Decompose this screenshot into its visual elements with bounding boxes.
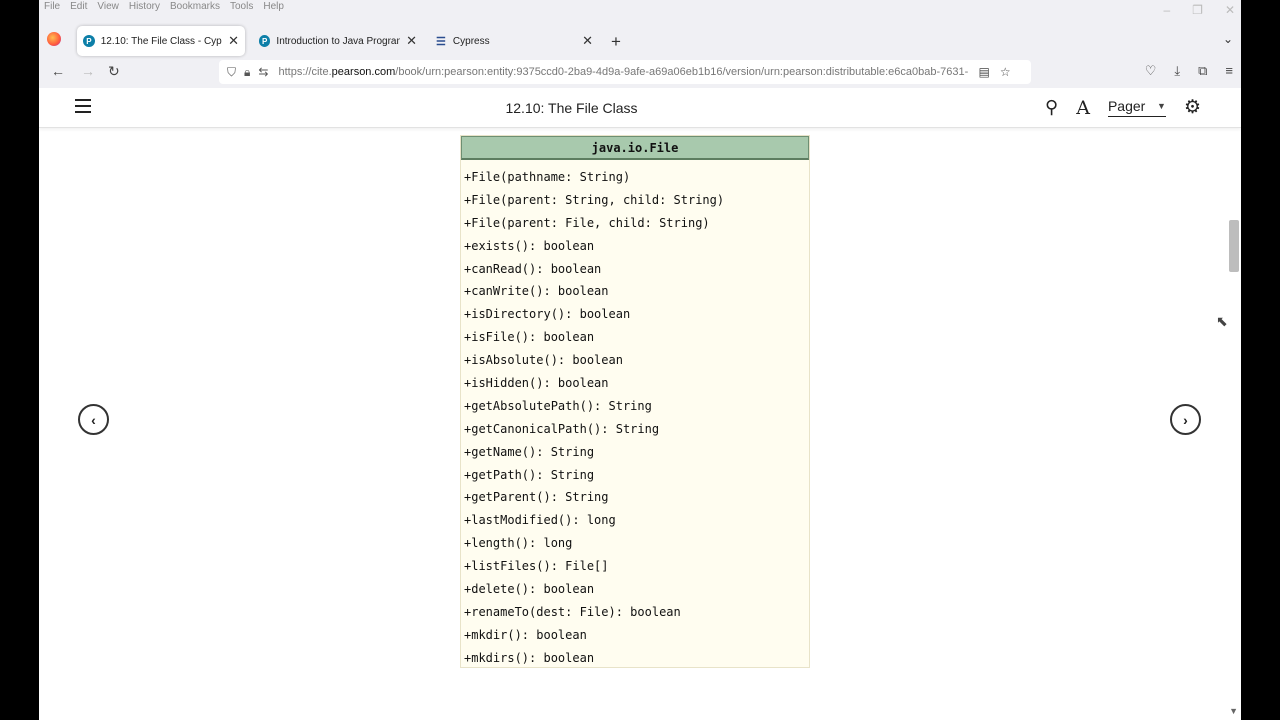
uml-member: +canWrite(): boolean — [464, 284, 609, 299]
search-icon[interactable]: ⚲ — [1045, 97, 1058, 118]
reader-view-icon[interactable]: ▤ — [978, 65, 989, 79]
menu-tools[interactable]: Tools — [225, 0, 258, 16]
close-tab-icon[interactable]: ✕ — [582, 33, 593, 49]
uml-class-diagram: java.io.File +File(pathname: String) +Fil… — [460, 135, 810, 668]
close-tab-icon[interactable]: ✕ — [406, 33, 417, 49]
scrollbar-thumb[interactable] — [1229, 220, 1239, 272]
download-icon[interactable]: ⤓ — [1174, 63, 1180, 79]
bookmark-star-icon[interactable]: ☆ — [1000, 65, 1011, 79]
previous-page-button[interactable]: ‹ — [78, 404, 109, 435]
pocket-icon[interactable]: ♡ — [1145, 63, 1157, 79]
uml-member: +exists(): boolean — [464, 238, 595, 253]
page-content: 12.10: The File Class ⚲ A Pager ▼ ⚙ ‹ › … — [39, 88, 1241, 720]
pearson-icon: P — [83, 35, 95, 47]
uml-member: +canRead(): boolean — [464, 261, 602, 276]
app-menu-icon[interactable]: ≡ — [1225, 63, 1233, 79]
uml-member: +mkdir(): boolean — [464, 627, 587, 642]
reader-header: 12.10: The File Class ⚲ A Pager ▼ ⚙ — [39, 88, 1241, 128]
tab-file-class[interactable]: P 12.10: The File Class - Cypress ✕ — [77, 26, 245, 56]
font-size-icon[interactable]: A — [1076, 97, 1090, 119]
uml-member: +getName(): String — [464, 444, 595, 459]
menu-view[interactable]: View — [92, 0, 124, 16]
uml-member: +isFile(): boolean — [464, 330, 595, 345]
firefox-icon[interactable] — [47, 32, 61, 46]
menu-bookmarks[interactable]: Bookmarks — [165, 0, 225, 16]
menu-bar: File Edit View History Bookmarks Tools H… — [39, 0, 289, 16]
chevron-right-icon: › — [1183, 411, 1188, 428]
mouse-cursor-icon: ⬉ — [1216, 313, 1228, 329]
browser-window: File Edit View History Bookmarks Tools H… — [39, 0, 1241, 720]
view-mode-label: Pager — [1107, 98, 1146, 114]
extensions-icon[interactable]: ⧉ — [1198, 63, 1207, 79]
shield-icon[interactable]: ⛉ — [227, 65, 236, 80]
menu-file[interactable]: File — [39, 0, 65, 16]
reader-tools: ⚲ A Pager ▼ ⚙ — [1045, 96, 1201, 119]
reload-icon[interactable]: ↻ — [108, 63, 120, 80]
close-window-icon[interactable]: ✕ — [1225, 3, 1235, 17]
chevron-left-icon: ‹ — [91, 411, 96, 428]
uml-member: +File(parent: String, child: String) — [464, 192, 725, 207]
uml-member: +getCanonicalPath(): String — [464, 421, 660, 436]
pearson-icon: P — [259, 35, 271, 47]
uml-member: +length(): long — [464, 536, 573, 551]
window-controls: – ❐ ✕ — [1163, 3, 1235, 17]
new-tab-icon[interactable]: + — [611, 32, 621, 52]
tab-intro-java[interactable]: P Introduction to Java Programm ✕ — [253, 26, 423, 56]
uml-member: +isDirectory(): boolean — [464, 307, 631, 322]
close-tab-icon[interactable]: ✕ — [228, 33, 239, 49]
scroll-down-icon[interactable]: ▼ — [1229, 706, 1238, 716]
view-mode-select[interactable]: Pager ▼ — [1107, 98, 1166, 117]
uml-member: +getAbsolutePath(): String — [464, 398, 652, 413]
gear-icon[interactable]: ⚙ — [1184, 96, 1201, 119]
uml-member: +mkdirs(): boolean — [464, 650, 595, 665]
forward-icon[interactable]: → — [81, 63, 95, 79]
uml-member: +lastModified(): long — [464, 513, 616, 528]
url-bar[interactable]: ⛉ 🔒︎ ⇆ https://cite.pearson.com/book/urn… — [219, 60, 1031, 84]
uml-member: +getPath(): String — [464, 467, 595, 482]
menu-help[interactable]: Help — [258, 0, 289, 16]
minimize-icon[interactable]: – — [1163, 3, 1170, 17]
cypress-icon: ☰ — [436, 35, 446, 48]
menu-history[interactable]: History — [124, 0, 165, 16]
tab-cypress[interactable]: ☰ Cypress ✕ — [429, 26, 599, 56]
permissions-icon[interactable]: ⇆ — [258, 65, 268, 79]
next-page-button[interactable]: › — [1170, 404, 1201, 435]
maximize-icon[interactable]: ❐ — [1192, 3, 1203, 17]
uml-members: +File(pathname: String) +File(parent: Str… — [461, 160, 809, 670]
back-icon[interactable]: ← — [51, 63, 65, 79]
uml-member: +renameTo(dest: File): boolean — [464, 604, 681, 619]
url-text[interactable]: https://cite.pearson.com/book/urn:pearso… — [278, 66, 968, 78]
page-title: 12.10: The File Class — [505, 100, 638, 116]
uml-member: +listFiles(): File[] — [464, 559, 609, 574]
uml-member: +isHidden(): boolean — [464, 376, 609, 391]
tab-bar: P 12.10: The File Class - Cypress ✕ P In… — [39, 22, 1241, 56]
menu-edit[interactable]: Edit — [65, 0, 92, 16]
uml-class-name: java.io.File — [461, 136, 809, 160]
uml-member: +File(parent: File, child: String) — [464, 215, 710, 230]
list-tabs-icon[interactable]: ⌄ — [1223, 32, 1233, 46]
uml-member: +getParent(): String — [464, 490, 609, 505]
uml-member: +delete(): boolean — [464, 582, 595, 597]
lock-icon[interactable]: 🔒︎ — [244, 65, 250, 80]
browser-chrome: File Edit View History Bookmarks Tools H… — [39, 0, 1241, 88]
toolbar-right: ♡ ⤓ ⧉ ≡ — [1145, 63, 1233, 79]
uml-member: +isAbsolute(): boolean — [464, 353, 623, 368]
uml-member: +File(pathname: String) — [464, 170, 631, 184]
nav-bar: ← → ↻ ⛉ 🔒︎ ⇆ https://cite.pearson.com/bo… — [39, 57, 1241, 88]
caret-down-icon: ▼ — [1157, 101, 1166, 111]
